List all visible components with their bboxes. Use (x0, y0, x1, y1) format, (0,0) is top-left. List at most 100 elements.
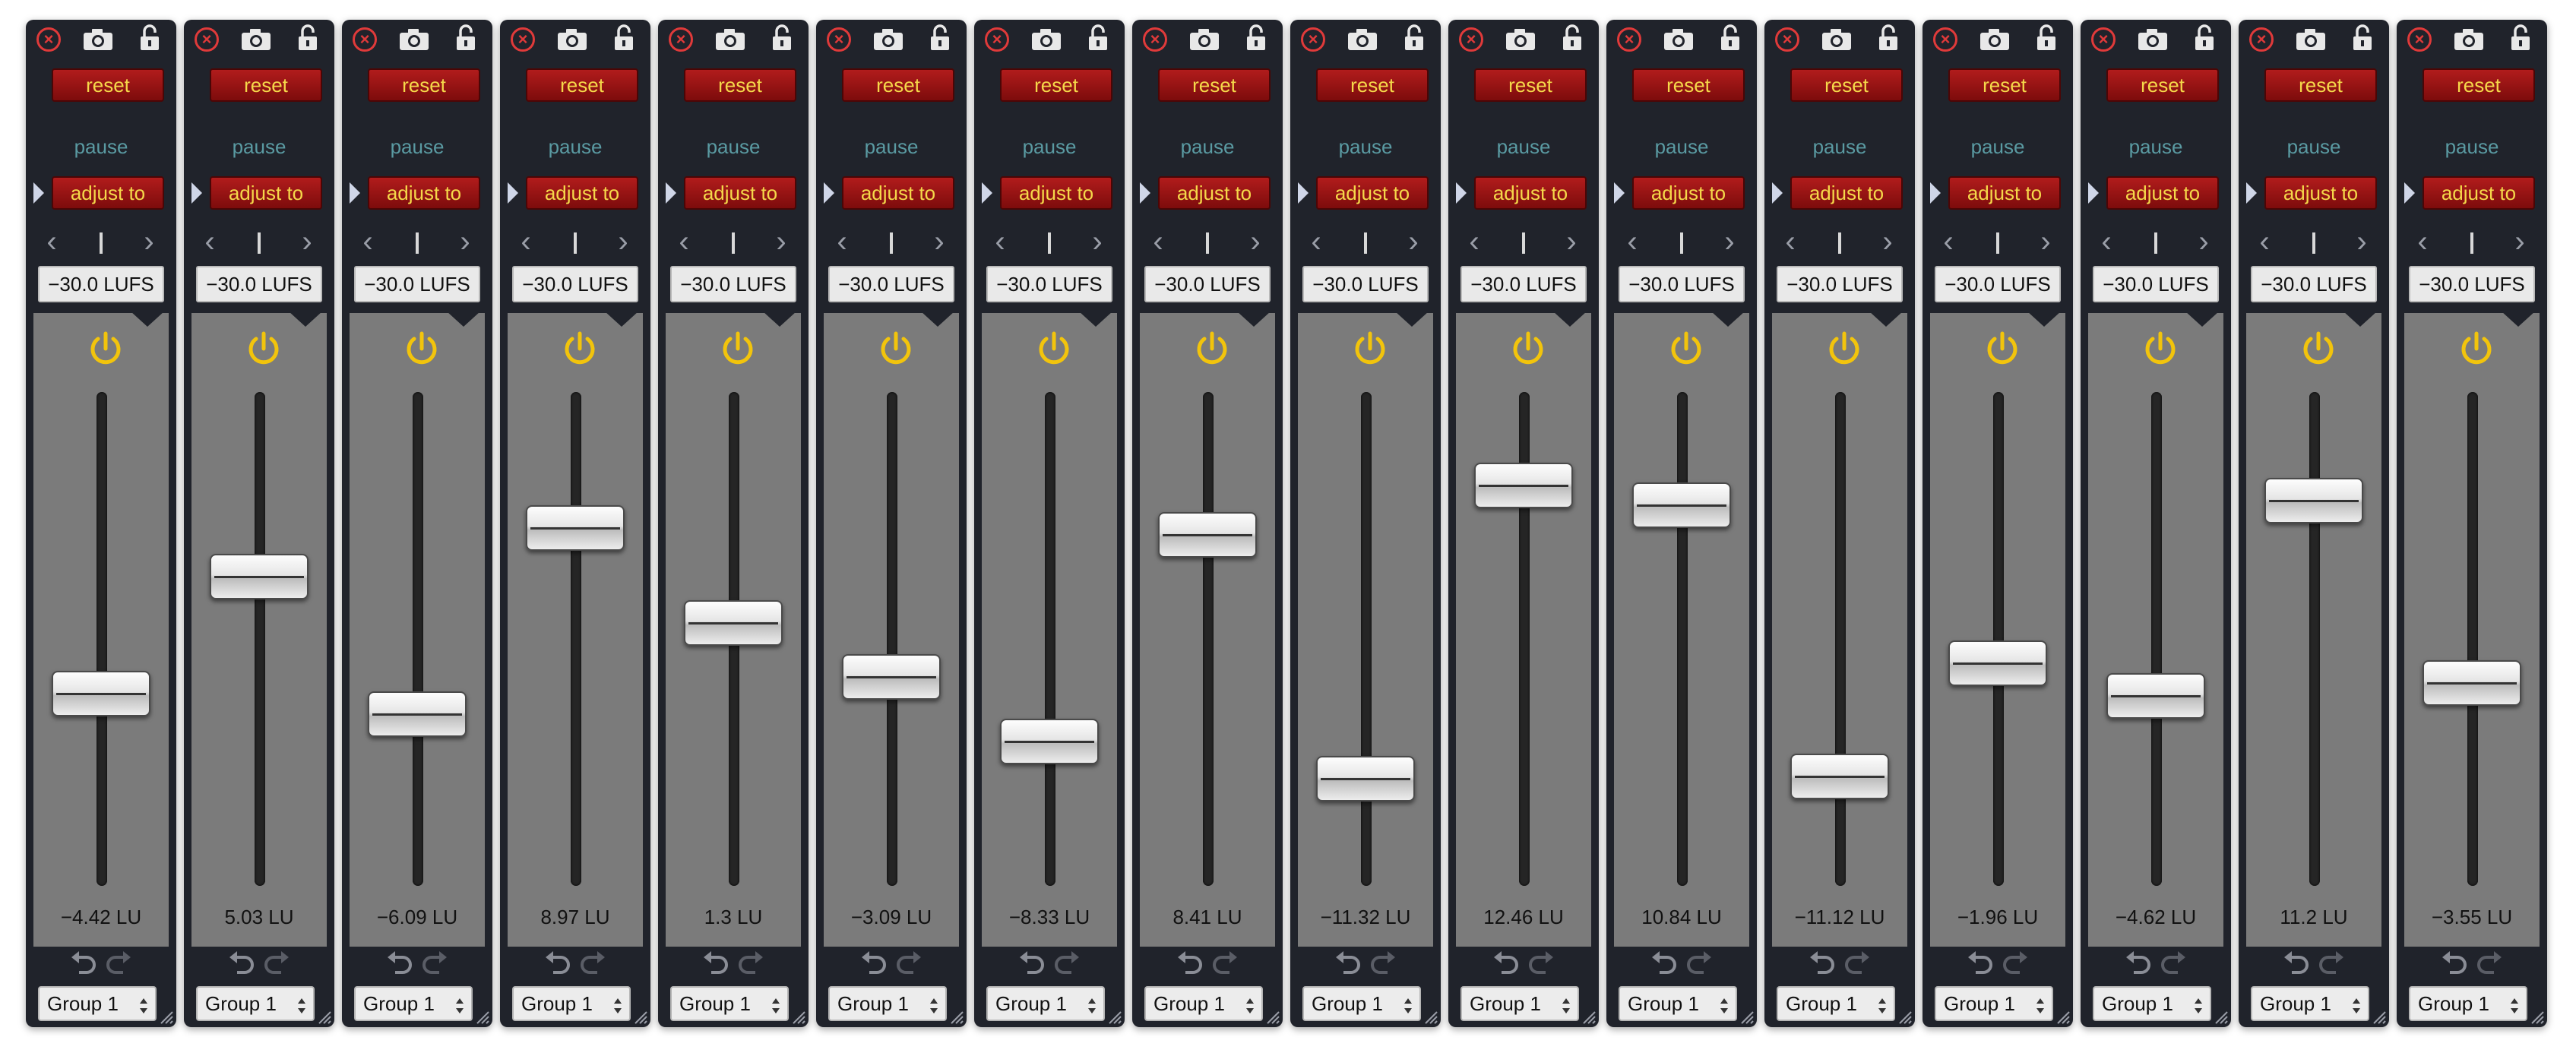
pause-button[interactable]: pause (2397, 135, 2547, 159)
group-select[interactable]: Group 1 (2409, 986, 2527, 1021)
pause-button[interactable]: pause (1132, 135, 1283, 159)
adjust-to-button[interactable]: adjust to (1000, 176, 1112, 210)
camera-icon[interactable] (714, 27, 746, 52)
fader-knob[interactable] (842, 654, 941, 700)
power-icon[interactable] (1667, 330, 1705, 368)
target-loudness-field[interactable]: −30.0 LUFS (38, 266, 164, 302)
resize-grip-icon[interactable] (158, 1009, 173, 1024)
camera-icon[interactable] (82, 27, 114, 52)
fader-knob[interactable] (1000, 719, 1099, 765)
lock-icon[interactable] (2351, 24, 2374, 52)
power-icon[interactable] (1825, 330, 1863, 368)
chevron-right-icon[interactable]: › (292, 222, 322, 264)
power-icon[interactable] (561, 330, 599, 368)
group-select[interactable]: Group 1 (38, 986, 157, 1021)
redo-icon[interactable] (736, 950, 766, 977)
lock-icon[interactable] (1719, 24, 1742, 52)
lock-icon[interactable] (1403, 24, 1426, 52)
reset-button[interactable]: reset (52, 68, 164, 102)
power-icon[interactable] (1509, 330, 1547, 368)
redo-icon[interactable] (2158, 950, 2188, 977)
group-select[interactable]: Group 1 (986, 986, 1105, 1021)
chevron-left-icon[interactable]: ‹ (1775, 222, 1805, 264)
target-loudness-field[interactable]: −30.0 LUFS (2093, 266, 2219, 302)
fader-track[interactable] (2309, 392, 2320, 886)
lock-icon[interactable] (2035, 24, 2058, 52)
group-select[interactable]: Group 1 (828, 986, 947, 1021)
pause-button[interactable]: pause (1606, 135, 1757, 159)
camera-icon[interactable] (2295, 27, 2327, 52)
resize-grip-icon[interactable] (1897, 1009, 1912, 1024)
undo-icon[interactable] (1333, 950, 1363, 977)
lock-icon[interactable] (929, 24, 951, 52)
target-loudness-field[interactable]: −30.0 LUFS (670, 266, 796, 302)
chevron-left-icon[interactable]: ‹ (1301, 222, 1331, 264)
resize-grip-icon[interactable] (948, 1009, 964, 1024)
chevron-right-icon[interactable]: › (2030, 222, 2061, 264)
fader-track[interactable] (887, 392, 897, 886)
fader-knob[interactable] (1316, 755, 1415, 802)
reset-button[interactable]: reset (1316, 68, 1429, 102)
redo-icon[interactable] (1052, 950, 1082, 977)
target-loudness-field[interactable]: −30.0 LUFS (1935, 266, 2061, 302)
undo-icon[interactable] (2281, 950, 2312, 977)
pause-button[interactable]: pause (974, 135, 1125, 159)
group-select[interactable]: Group 1 (1144, 986, 1263, 1021)
reset-button[interactable]: reset (2106, 68, 2219, 102)
close-icon[interactable]: × (353, 27, 377, 52)
camera-icon[interactable] (1663, 27, 1695, 52)
close-icon[interactable]: × (1775, 27, 1799, 52)
reset-button[interactable]: reset (210, 68, 322, 102)
redo-icon[interactable] (1210, 950, 1240, 977)
adjust-to-button[interactable]: adjust to (1632, 176, 1745, 210)
fader-track[interactable] (2467, 392, 2478, 886)
undo-icon[interactable] (68, 950, 99, 977)
undo-icon[interactable] (1965, 950, 1995, 977)
pause-button[interactable]: pause (1290, 135, 1441, 159)
group-select[interactable]: Group 1 (512, 986, 631, 1021)
power-icon[interactable] (2457, 330, 2495, 368)
adjust-to-button[interactable]: adjust to (842, 176, 954, 210)
adjust-to-button[interactable]: adjust to (2106, 176, 2219, 210)
adjust-to-button[interactable]: adjust to (1316, 176, 1429, 210)
close-icon[interactable]: × (985, 27, 1009, 52)
fader-knob[interactable] (52, 670, 150, 716)
pause-button[interactable]: pause (184, 135, 334, 159)
adjust-to-button[interactable]: adjust to (368, 176, 480, 210)
pause-button[interactable]: pause (500, 135, 650, 159)
fader-track[interactable] (1835, 392, 1846, 886)
redo-icon[interactable] (419, 950, 450, 977)
reset-button[interactable]: reset (1790, 68, 1903, 102)
resize-grip-icon[interactable] (2371, 1009, 2386, 1024)
fader-knob[interactable] (1158, 512, 1257, 558)
redo-icon[interactable] (2474, 950, 2505, 977)
adjust-to-button[interactable]: adjust to (684, 176, 796, 210)
reset-button[interactable]: reset (1474, 68, 1587, 102)
redo-icon[interactable] (2316, 950, 2347, 977)
group-select[interactable]: Group 1 (2093, 986, 2211, 1021)
reset-button[interactable]: reset (1632, 68, 1745, 102)
camera-icon[interactable] (2137, 27, 2169, 52)
power-icon[interactable] (1035, 330, 1073, 368)
adjust-to-button[interactable]: adjust to (2264, 176, 2377, 210)
reset-button[interactable]: reset (368, 68, 480, 102)
adjust-to-button[interactable]: adjust to (210, 176, 322, 210)
adjust-to-button[interactable]: adjust to (1790, 176, 1903, 210)
pause-button[interactable]: pause (1448, 135, 1599, 159)
fader-knob[interactable] (1790, 753, 1889, 799)
power-icon[interactable] (877, 330, 915, 368)
power-icon[interactable] (1351, 330, 1389, 368)
reset-button[interactable]: reset (1158, 68, 1271, 102)
close-icon[interactable]: × (195, 27, 219, 52)
fader-track[interactable] (2151, 392, 2162, 886)
fader-track[interactable] (571, 392, 581, 886)
power-icon[interactable] (1193, 330, 1231, 368)
target-loudness-field[interactable]: −30.0 LUFS (196, 266, 322, 302)
close-icon[interactable]: × (511, 27, 535, 52)
resize-grip-icon[interactable] (1106, 1009, 1122, 1024)
camera-icon[interactable] (872, 27, 904, 52)
close-icon[interactable]: × (1617, 27, 1641, 52)
power-icon[interactable] (245, 330, 283, 368)
pause-button[interactable]: pause (816, 135, 967, 159)
chevron-left-icon[interactable]: ‹ (2407, 222, 2438, 264)
